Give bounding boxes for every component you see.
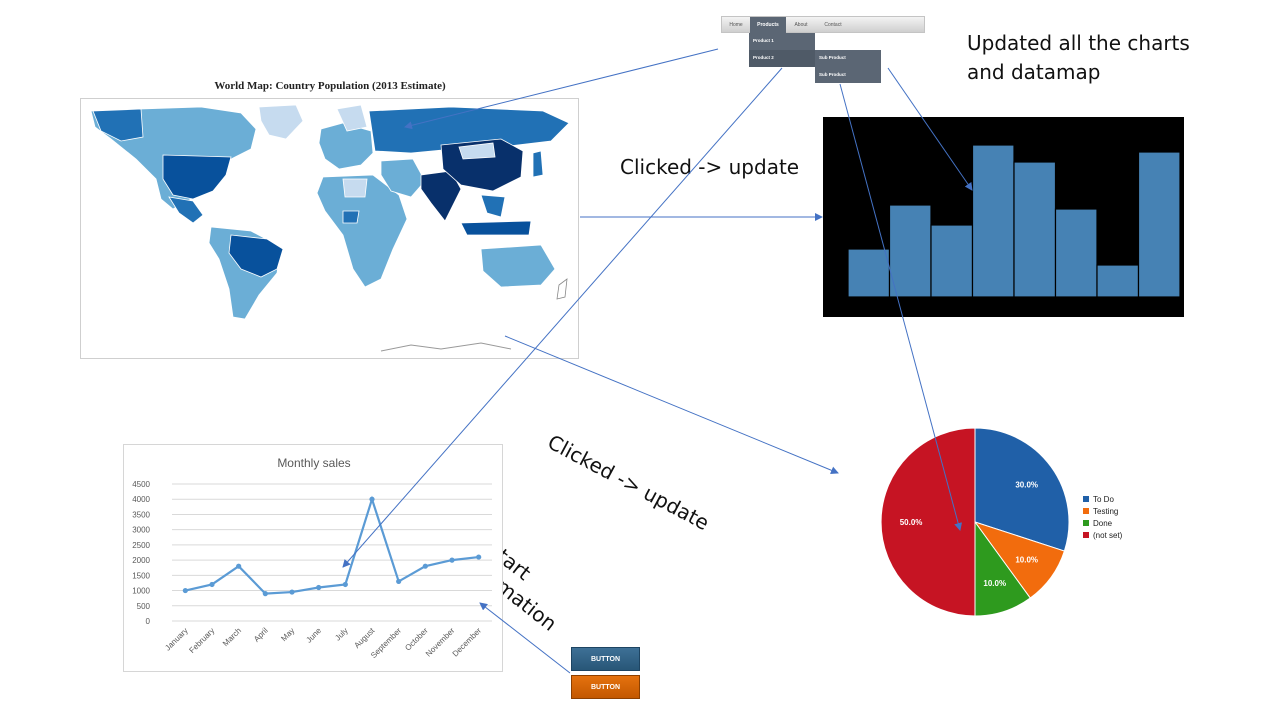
pie-value-label: 30.0% <box>1015 480 1038 489</box>
sales-point[interactable] <box>182 587 188 594</box>
x-tick-label: January <box>163 626 189 652</box>
orange-button[interactable]: BUTTON <box>571 675 640 699</box>
pie-value-label: 50.0% <box>900 518 923 527</box>
legend-label: Done <box>1093 519 1113 528</box>
map-region-usa[interactable] <box>162 154 232 200</box>
y-tick-label: 2000 <box>132 556 150 565</box>
map-region-sahara[interactable] <box>342 178 368 198</box>
sales-point[interactable] <box>422 563 428 569</box>
nav-item-contact[interactable]: Contact <box>816 17 850 33</box>
map-region-antarctica <box>380 342 512 352</box>
nav-item-products[interactable]: Products <box>750 17 786 33</box>
legend-label: (not set) <box>1093 531 1123 540</box>
sales-point[interactable] <box>369 496 375 502</box>
legend-label: To Do <box>1093 495 1114 504</box>
y-tick-label: 4000 <box>132 495 150 504</box>
histogram-bar <box>930 224 974 298</box>
map-region-australia[interactable] <box>480 244 556 288</box>
histogram-bar <box>1013 161 1057 298</box>
map-region-indonesia[interactable] <box>460 220 532 236</box>
sales-point[interactable] <box>342 581 348 588</box>
blue-button[interactable]: BUTTON <box>571 647 640 671</box>
sales-point[interactable] <box>289 589 295 595</box>
map-region-mexico[interactable] <box>168 196 204 224</box>
x-tick-label: March <box>221 626 243 648</box>
pie-slice[interactable] <box>880 427 976 617</box>
x-tick-label: February <box>187 626 216 655</box>
histogram-bar <box>971 144 1015 298</box>
line-chart-svg: Monthly sales 0 500 1000 1500 2000 2500 3000 35… <box>132 456 492 660</box>
pie-value-label: 10.0% <box>983 579 1006 588</box>
histogram-bar <box>847 248 891 298</box>
map-region-southeast-asia[interactable] <box>480 194 506 218</box>
y-tick-label: 500 <box>137 602 151 611</box>
x-tick-label: May <box>279 626 296 643</box>
legend-label: Testing <box>1093 507 1118 516</box>
sales-point[interactable] <box>236 563 242 569</box>
sales-point[interactable] <box>262 591 268 597</box>
nav-item-home[interactable]: Home <box>722 17 750 33</box>
world-map-svg <box>90 104 570 352</box>
note-clicked-bottom: Clicked -> update <box>543 429 714 536</box>
x-tick-label: December <box>451 626 484 659</box>
pie-chart[interactable]: 30.0% 10.0% 10.0% 50.0% To Do Testing Done (not… <box>870 425 1160 625</box>
nav-menu: Home Products About Contact <box>721 16 925 33</box>
x-tick-label: June <box>304 626 323 645</box>
map-region-nigeria[interactable] <box>342 210 360 224</box>
nav-item-about[interactable]: About <box>786 17 816 33</box>
sales-point[interactable] <box>476 554 482 560</box>
map-region-new-zealand[interactable] <box>556 278 568 300</box>
monthly-sales-chart[interactable]: Monthly sales 0 500 1000 1500 2000 2500 3000 35… <box>123 444 503 672</box>
sales-line <box>185 495 479 595</box>
note-updated: Updated all the charts and datamap <box>967 31 1190 84</box>
line-chart-title: Monthly sales <box>277 456 350 470</box>
subsubmenu-item-2[interactable]: Sub Product <box>815 67 881 83</box>
subsubmenu-item-1[interactable]: Sub Product <box>815 50 881 67</box>
histogram-bar <box>1096 264 1140 298</box>
y-tick-label: 3000 <box>132 526 150 535</box>
histogram-chart[interactable] <box>823 117 1184 317</box>
legend-swatch <box>1083 508 1089 514</box>
histogram-bar <box>1137 151 1181 298</box>
y-tick-label: 1500 <box>132 571 150 580</box>
map-region-europe[interactable] <box>318 122 374 170</box>
y-tick-label: 2500 <box>132 541 150 550</box>
world-map[interactable] <box>80 98 579 359</box>
legend-swatch <box>1083 496 1089 502</box>
note-clicked-top: Clicked -> update <box>620 155 800 179</box>
pie-value-label: 10.0% <box>1015 556 1038 565</box>
y-tick-label: 4500 <box>132 480 150 489</box>
pie-svg: 30.0% 10.0% 10.0% 50.0% To Do Testing Done (not… <box>880 427 1123 617</box>
x-tick-label: April <box>252 626 270 644</box>
y-tick-label: 3500 <box>132 510 150 519</box>
map-region-greenland[interactable] <box>258 104 304 140</box>
sales-point[interactable] <box>449 557 455 563</box>
histogram-bar <box>1054 208 1098 298</box>
sales-point[interactable] <box>209 581 215 588</box>
y-tick-label: 1000 <box>132 587 150 596</box>
x-tick-label: October <box>403 626 430 653</box>
legend-swatch <box>1083 532 1089 538</box>
x-tick-label: August <box>352 626 377 651</box>
y-tick-label: 0 <box>146 617 151 626</box>
submenu-product-1[interactable]: Product 1 <box>749 33 815 50</box>
sales-point[interactable] <box>396 578 402 585</box>
map-region-japan[interactable] <box>532 150 544 178</box>
sales-point[interactable] <box>316 584 322 591</box>
submenu-product-2[interactable]: Product 2 <box>749 50 815 67</box>
histogram-bar <box>888 204 932 298</box>
map-title: World Map: Country Population (2013 Esti… <box>214 80 446 92</box>
map-region-alaska[interactable] <box>92 108 144 142</box>
histogram-svg <box>847 144 1181 298</box>
x-tick-label: July <box>333 626 349 642</box>
legend-swatch <box>1083 520 1089 526</box>
